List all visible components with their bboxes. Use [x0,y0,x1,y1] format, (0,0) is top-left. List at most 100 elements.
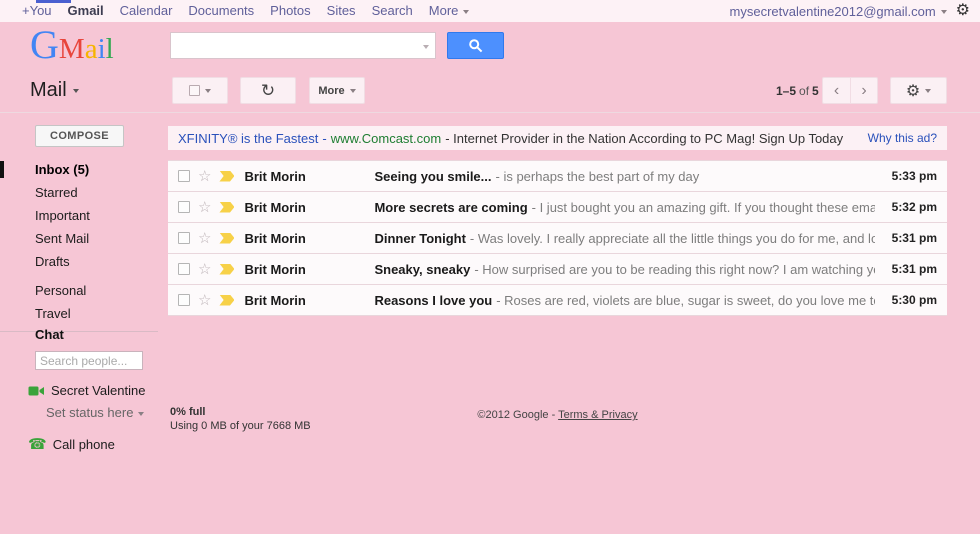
select-all-button[interactable] [172,77,228,104]
chevron-down-icon [73,89,79,93]
row-checkbox[interactable] [178,232,190,244]
row-checkbox[interactable] [178,170,190,182]
email-snippet: - I just bought you an amazing gift. If … [528,200,875,215]
ad-url-link[interactable]: www.Comcast.com [331,131,442,146]
chevron-down-icon [941,10,947,14]
email-time: 5:33 pm [875,169,937,183]
importance-marker-icon[interactable] [219,295,234,306]
nav-photos[interactable]: Photos [270,0,310,22]
sidebar-item-personal[interactable]: Personal [0,279,158,302]
email-time: 5:31 pm [875,231,937,245]
chat-section: Chat Secret Valentine Set status here ☎ … [0,327,168,452]
sidebar-item-travel[interactable]: Travel [0,302,158,325]
gear-icon: ⚙ [906,81,920,101]
nav-more-label: More [429,3,459,18]
compose-button[interactable]: COMPOSE [35,125,124,147]
email-sender: Brit Morin [244,231,366,246]
importance-marker-icon[interactable] [219,202,234,213]
select-all-checkbox [189,85,200,96]
sidebar: COMPOSE Inbox (5) Starred Important Sent… [0,113,168,534]
sidebar-item-starred[interactable]: Starred [0,181,158,204]
nav-documents[interactable]: Documents [188,0,254,22]
active-product-indicator [36,0,71,3]
chat-status-selector[interactable]: Set status here [46,405,168,420]
star-icon[interactable]: ☆ [198,262,211,277]
chat-status-label: Set status here [46,405,133,420]
email-row[interactable]: ☆ Brit Morin Sneaky, sneaky- How surpris… [168,254,947,285]
email-row[interactable]: ☆ Brit Morin More secrets are coming- I … [168,192,947,223]
pagination-total: 5 [812,84,819,98]
ad-banner[interactable]: XFINITY® is the Fastest - www.Comcast.co… [168,126,947,150]
email-row[interactable]: ☆ Brit Morin Reasons I love you- Roses a… [168,285,947,316]
chevron-left-icon: ‹ [834,82,839,100]
account-area: mysecretvalentine2012@gmail.com ⚙ [730,0,970,22]
search-button[interactable] [447,32,504,59]
terms-privacy-link[interactable]: Terms & Privacy [558,409,637,421]
email-subject: Seeing you smile... [374,169,491,184]
nav-calendar[interactable]: Calendar [120,0,173,22]
google-bar: +You Gmail Calendar Documents Photos Sit… [0,0,980,22]
why-this-ad-link[interactable]: Why this ad? [858,131,937,145]
nav-search[interactable]: Search [372,0,413,22]
nav-plus-you[interactable]: +You [22,0,52,22]
gear-icon[interactable]: ⚙ [956,0,970,22]
star-icon[interactable]: ☆ [198,231,211,246]
email-subject-line: More secrets are coming- I just bought y… [374,200,875,215]
logo-letter: M [59,33,85,65]
email-row[interactable]: ☆ Brit Morin Seeing you smile...- is per… [168,161,947,192]
masthead: GMail [0,22,980,70]
email-snippet: - is perhaps the best part of my day [492,169,700,184]
email-list: ☆ Brit Morin Seeing you smile...- is per… [168,160,947,316]
refresh-button[interactable]: ↻ [240,77,296,104]
nav-more[interactable]: More [429,0,470,22]
chat-contact-name: Secret Valentine [51,383,145,398]
email-time: 5:32 pm [875,200,937,214]
sidebar-item-drafts[interactable]: Drafts [0,250,158,273]
importance-marker-icon[interactable] [219,264,234,275]
star-icon[interactable]: ☆ [198,293,211,308]
search-input[interactable] [171,33,435,58]
email-row[interactable]: ☆ Brit Morin Dinner Tonight- Was lovely.… [168,223,947,254]
mail-menu[interactable]: Mail [30,79,79,102]
nav-gmail[interactable]: Gmail [68,0,104,22]
mail-menu-label: Mail [30,79,67,101]
star-icon[interactable]: ☆ [198,200,211,215]
chat-search-input[interactable] [35,351,143,370]
call-phone-label: Call phone [53,437,115,452]
more-actions-button[interactable]: More [309,77,365,104]
email-subject-line: Seeing you smile...- is perhaps the best… [374,169,875,184]
newer-button[interactable]: ‹ [822,77,850,104]
logo-letter: G [30,22,59,67]
copyright-text: ©2012 Google - [477,409,555,421]
email-subject: Reasons I love you [374,293,492,308]
email-snippet: - How surprised are you to be reading th… [470,262,875,277]
sidebar-item-important[interactable]: Important [0,204,158,227]
selected-label-indicator [0,161,4,178]
row-checkbox[interactable] [178,294,190,306]
sidebar-item-label: Inbox (5) [35,162,89,177]
email-time: 5:30 pm [875,293,937,307]
older-button[interactable]: › [850,77,878,104]
search-options-chevron-icon[interactable] [423,45,429,49]
nav-sites[interactable]: Sites [327,0,356,22]
search-box [170,32,436,59]
chat-heading: Chat [0,327,168,342]
email-subject: Sneaky, sneaky [374,262,470,277]
email-subject: Dinner Tonight [374,231,465,246]
settings-button[interactable]: ⚙ [890,77,947,104]
chevron-down-icon [463,10,469,14]
star-icon[interactable]: ☆ [198,169,211,184]
account-email-menu[interactable]: mysecretvalentine2012@gmail.com [730,4,947,19]
importance-marker-icon[interactable] [219,233,234,244]
importance-marker-icon[interactable] [219,171,234,182]
row-checkbox[interactable] [178,201,190,213]
sidebar-item-sent-mail[interactable]: Sent Mail [0,227,158,250]
chat-contact[interactable]: Secret Valentine [28,383,168,398]
phone-icon: ☎ [28,437,47,452]
row-checkbox[interactable] [178,263,190,275]
call-phone[interactable]: ☎ Call phone [28,437,168,452]
pagination-of: of [796,84,812,98]
footer-copyright: ©2012 Google - Terms & Privacy [168,409,947,421]
sidebar-item-inbox[interactable]: Inbox (5) [0,158,158,181]
ad-title-link[interactable]: XFINITY® is the Fastest [178,131,318,146]
